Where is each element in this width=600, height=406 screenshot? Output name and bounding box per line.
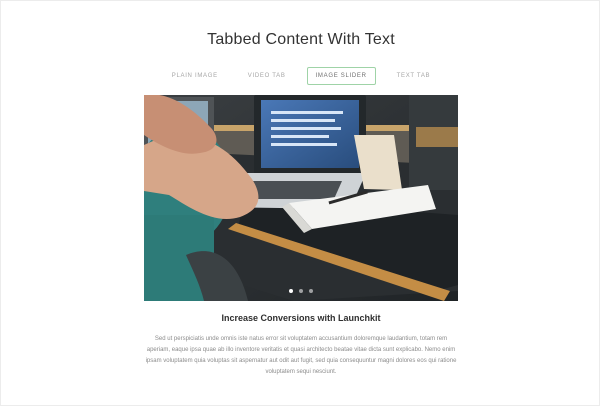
slider-dot[interactable] — [309, 289, 313, 293]
content-paragraph: Sed ut perspiciatis unde omnis iste natu… — [145, 336, 457, 375]
slider-dot[interactable] — [299, 289, 303, 293]
page-frame: Tabbed Content With Text PLAIN IMAGE VID… — [0, 0, 600, 406]
page-title: Tabbed Content With Text — [207, 31, 395, 48]
tab-video[interactable]: VIDEO TAB — [239, 67, 295, 85]
slider-dot[interactable] — [289, 289, 293, 293]
tab-image-slider[interactable]: IMAGE SLIDER — [306, 67, 376, 85]
tab-text[interactable]: TEXT TAB — [388, 67, 440, 85]
content-heading: Increase Conversions with Launchkit — [221, 313, 381, 323]
tab-plain-image[interactable]: PLAIN IMAGE — [163, 67, 227, 85]
slider-dots — [144, 289, 458, 293]
tab-bar: PLAIN IMAGE VIDEO TAB IMAGE SLIDER TEXT … — [1, 67, 600, 85]
slide-image — [144, 95, 458, 301]
image-slider[interactable] — [144, 95, 458, 301]
